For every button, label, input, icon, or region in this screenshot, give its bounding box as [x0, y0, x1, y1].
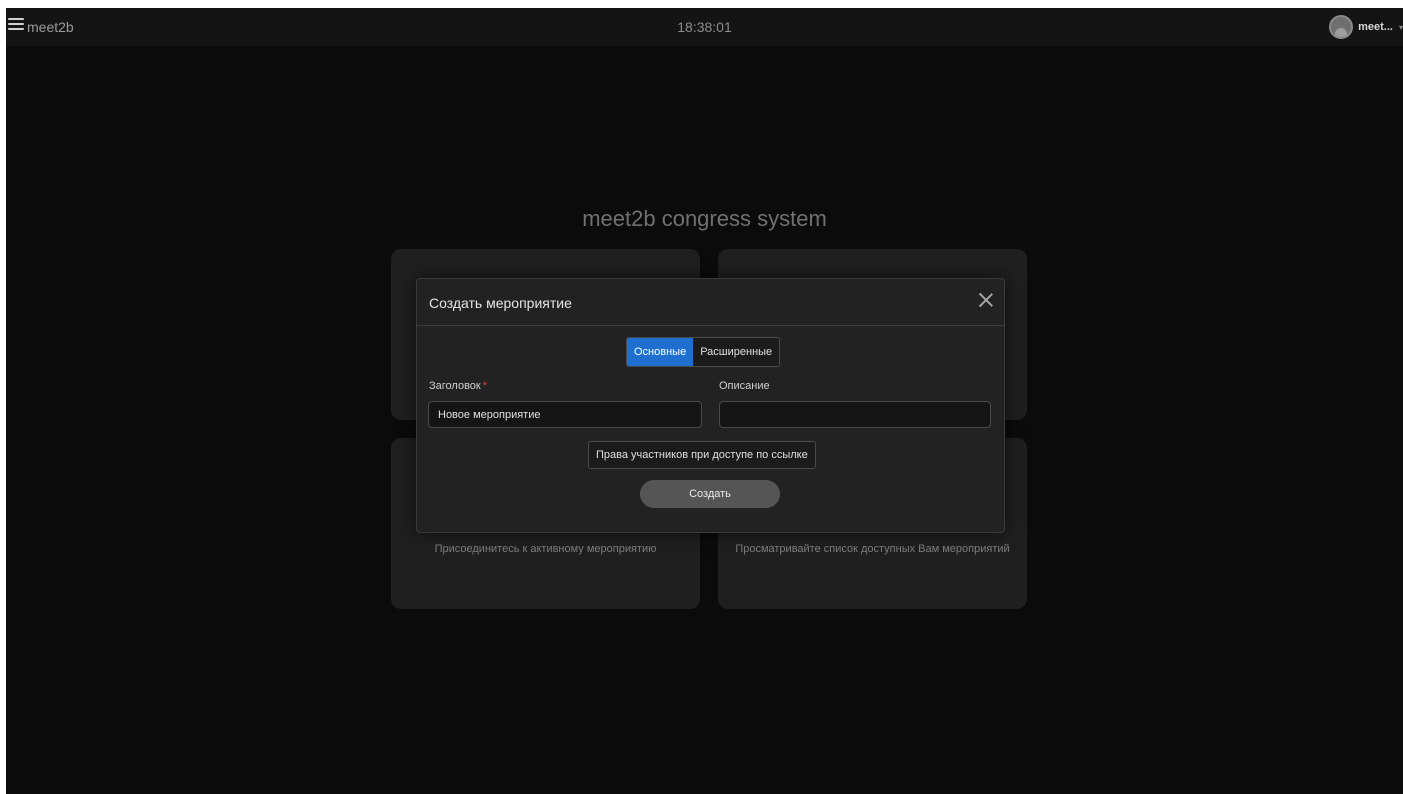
tab-group: Основные Расширенные	[626, 337, 781, 367]
tab-advanced[interactable]: Расширенные	[693, 338, 780, 366]
description-field-label: Описание	[719, 380, 770, 392]
dialog-title: Создать мероприятие	[429, 295, 572, 311]
user-menu[interactable]: meet... ▾	[1329, 13, 1403, 41]
dialog-header: Создать мероприятие	[417, 279, 1004, 326]
description-input[interactable]	[719, 401, 991, 428]
menu-icon[interactable]	[8, 18, 24, 32]
app-screen: meet2b 18:38:01 meet... ▾ meet2b congres…	[6, 8, 1403, 794]
avatar-icon[interactable]	[1329, 15, 1354, 39]
user-name[interactable]: meet...	[1358, 21, 1393, 33]
create-button[interactable]: Создать	[640, 480, 780, 508]
clock: 18:38:01	[677, 19, 732, 35]
link-access-rights-button[interactable]: Права участников при доступе по ссылке	[588, 441, 816, 469]
tile-join-description: Присоединитесь к активному мероприятию	[434, 543, 657, 555]
tab-basic[interactable]: Основные	[627, 338, 694, 366]
chevron-down-icon[interactable]: ▾	[1399, 23, 1403, 32]
top-bar: meet2b 18:38:01 meet... ▾	[6, 8, 1403, 46]
close-icon[interactable]	[978, 292, 994, 308]
required-mark: *	[482, 380, 487, 392]
app-name[interactable]: meet2b	[27, 19, 74, 35]
title-field-label: Заголовок *	[429, 380, 487, 392]
page-title: meet2b congress system	[582, 206, 827, 231]
title-input[interactable]	[428, 401, 702, 428]
create-event-dialog: Создать мероприятие Основные Расширенные…	[416, 278, 1005, 533]
tile-events-description: Просматривайте список доступных Вам меро…	[735, 543, 1010, 555]
